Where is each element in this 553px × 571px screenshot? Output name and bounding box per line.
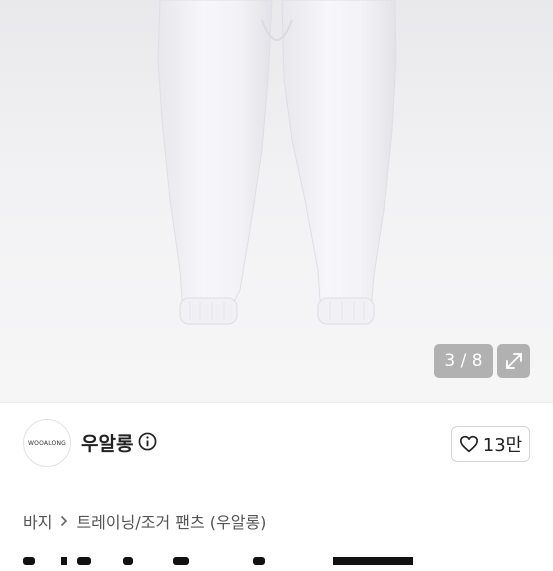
- breadcrumb-category[interactable]: 바지: [23, 509, 52, 533]
- like-count: 13만: [482, 435, 523, 456]
- heart-outline-icon: [459, 435, 478, 453]
- seller-row: WOOALONG 우알롱 13만: [0, 402, 553, 483]
- seller-name[interactable]: 우알롱: [81, 429, 133, 456]
- product-title-clipped: [23, 543, 423, 571]
- info-circle-icon[interactable]: [138, 432, 157, 451]
- chevron-right-icon: [61, 515, 68, 527]
- expand-button[interactable]: [497, 344, 530, 378]
- like-button[interactable]: 13만: [451, 426, 530, 462]
- image-counter: 3 / 8: [434, 344, 493, 378]
- avatar-logo-text: WOOALONG: [28, 439, 66, 447]
- breadcrumb: 바지 트레이닝/조거 팬츠 (우알롱): [23, 509, 266, 533]
- clipped-title-glyphs: [23, 557, 413, 565]
- product-image-gallery[interactable]: 3 / 8: [0, 0, 553, 402]
- product-image: [157, 0, 397, 325]
- seller-avatar[interactable]: WOOALONG: [23, 419, 71, 467]
- breadcrumb-subcategory[interactable]: 트레이닝/조거 팬츠 (우알롱): [76, 509, 266, 533]
- expand-arrows-icon: [505, 353, 522, 369]
